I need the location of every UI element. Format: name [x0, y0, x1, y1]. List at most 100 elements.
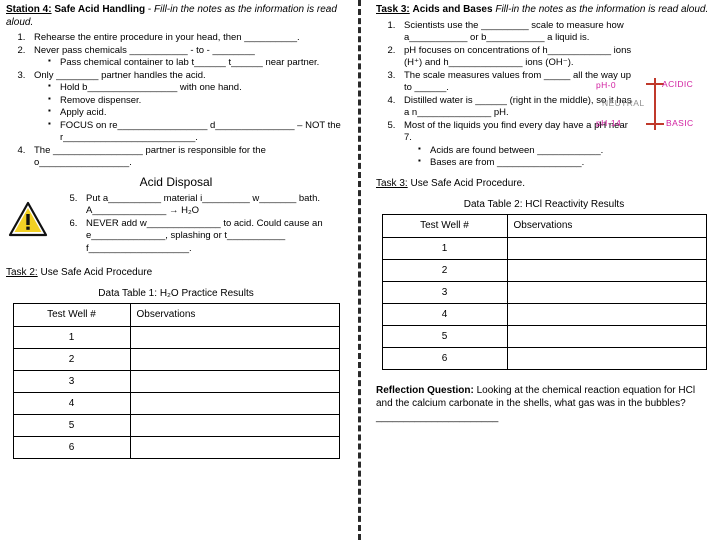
data-table-1: Test Well # Observations 1 2 3 4 5 6: [12, 302, 340, 459]
table-cell-well: 2: [12, 347, 131, 371]
table-cell-observation[interactable]: [506, 258, 707, 282]
table-row: 4: [381, 302, 707, 326]
left-procedure-list: Rehearse the entire procedure in your he…: [6, 32, 346, 170]
task3-heading-lower: Task 3: Use Safe Acid Procedure.: [376, 178, 712, 189]
task3-label-top: Task 3:: [376, 4, 410, 15]
right-column: Task 3: Acids and Bases Fill-in the note…: [368, 0, 720, 540]
acid-disposal-block: Put a__________ material i_________ w___…: [6, 191, 346, 256]
table-cell-well: 6: [12, 435, 131, 459]
table-cell-well: 3: [381, 280, 508, 304]
table-row: 3: [381, 280, 707, 304]
task3-text-lower: Use Safe Acid Procedure.: [410, 177, 525, 189]
list-item: Put a__________ material i_________ w___…: [80, 193, 346, 218]
table-row: 5: [381, 324, 707, 348]
task3-label-lower: Task 3:: [376, 177, 408, 189]
task3-title: Acids and Bases: [412, 4, 493, 15]
data-table-1-title-prefix: Data Table 1:: [98, 287, 158, 299]
left-item-1-text: Rehearse the entire procedure in your he…: [34, 32, 300, 43]
ph-scale-bottom-tick: [646, 122, 664, 125]
ph-scale-label-bottom-left: pH-14: [596, 117, 622, 128]
list-item: Only ________ partner handles the acid. …: [28, 70, 346, 145]
left-item-3-sub-2: Remove dispenser.: [60, 94, 142, 106]
left-item-2-sublist: Pass chemical container to lab t______ t…: [34, 56, 346, 70]
task2-heading: Task 2: Use Safe Acid Procedure: [6, 267, 346, 278]
station-title: Safe Acid Handling: [54, 4, 146, 15]
table-cell-well: 3: [12, 369, 131, 393]
data-table-2: Test Well # Observations 1 2 3 4 5 6: [381, 213, 707, 370]
disposal-item-6: NEVER add w______________ to acid. Could…: [86, 217, 323, 254]
right-item-5-sub-2: Bases are from ________________.: [430, 157, 585, 169]
list-item: The _________________ partner is respons…: [28, 145, 346, 170]
left-item-4-text: The _________________ partner is respons…: [34, 144, 266, 169]
table-cell-observation[interactable]: [129, 347, 340, 371]
left-item-3-sublist: Hold b_________________ with one hand. R…: [34, 81, 346, 145]
table-cell-observation[interactable]: [129, 413, 340, 437]
list-item: Never pass chemicals ___________ - to - …: [28, 45, 346, 70]
station-heading: Station 4: Safe Acid Handling - Fill-in …: [6, 4, 346, 29]
left-item-3-sub-3: Apply acid.: [60, 107, 107, 119]
list-item: FOCUS on re_________________ d__________…: [48, 119, 346, 145]
right-item-5-text: Most of the liquids you find every day h…: [404, 119, 628, 144]
table-cell-observation[interactable]: [506, 346, 707, 370]
table-cell-well: 1: [381, 236, 508, 260]
list-item: Acids are found between ____________.: [418, 144, 634, 158]
task3-heading-top: Task 3: Acids and Bases Fill-in the note…: [376, 4, 712, 17]
table-cell-observation[interactable]: [129, 369, 340, 393]
right-item-1-text: Scientists use the _________ scale to me…: [404, 19, 624, 44]
left-item-3-sub-4: FOCUS on re_________________ d__________…: [60, 119, 341, 144]
task2-text: Use Safe Acid Procedure: [40, 266, 153, 278]
data-table-2-title-prefix: Data Table 2:: [463, 198, 523, 210]
list-item: Apply acid.: [48, 106, 346, 120]
station-label: Station 4:: [6, 4, 52, 15]
table-cell-well: 6: [381, 346, 508, 370]
table-cell-well: 4: [12, 391, 131, 415]
disposal-list: Put a__________ material i_________ w___…: [50, 193, 346, 256]
ph-scale-label-top-left: pH-0: [596, 79, 617, 90]
left-item-2-sub-1: Pass chemical container to lab t______ t…: [60, 57, 320, 69]
list-item: Hold b_________________ with one hand.: [48, 81, 346, 95]
disposal-text-block: Put a__________ material i_________ w___…: [50, 191, 346, 256]
table-cell-observation[interactable]: [506, 302, 707, 326]
table-header-row: Test Well # Observations: [12, 302, 340, 327]
list-item: Pass chemical container to lab t______ t…: [48, 56, 346, 70]
table-cell-observation[interactable]: [506, 324, 707, 348]
task3-instruction: Fill-in the notes as the information is …: [495, 4, 709, 15]
right-item-5-sub-1: Acids are found between ____________.: [430, 144, 604, 156]
table-header-cell: Test Well #: [381, 213, 508, 238]
ph-scale-label-acidic: ACIDIC: [662, 78, 694, 89]
table-row: 6: [381, 346, 707, 370]
table-cell-observation[interactable]: [129, 391, 340, 415]
table-cell-observation[interactable]: [129, 325, 340, 349]
list-item: Scientists use the _________ scale to me…: [398, 20, 634, 45]
table-row: 5: [12, 413, 340, 437]
reflection-question: Reflection Question: Looking at the chem…: [376, 384, 712, 425]
table-row: 1: [12, 325, 340, 349]
worksheet-page: Station 4: Safe Acid Handling - Fill-in …: [0, 0, 720, 540]
left-item-3-text: Only ________ partner handles the acid.: [34, 69, 206, 81]
table-header-cell: Observations: [129, 302, 340, 327]
data-table-1-title: Data Table 1: H₂O Practice Results: [6, 288, 346, 299]
table-cell-well: 4: [381, 302, 508, 326]
left-item-2-text: Never pass chemicals ___________ - to - …: [34, 44, 255, 56]
data-table-1-title-main: H₂O Practice Results: [159, 287, 254, 299]
table-row: 4: [12, 391, 340, 415]
table-header-row: Test Well # Observations: [381, 213, 707, 238]
acid-disposal-heading: Acid Disposal: [139, 174, 213, 189]
right-item-5-sublist: Acids are found between ____________. Ba…: [404, 144, 634, 170]
table-header-cell: Test Well #: [12, 302, 131, 327]
disposal-item-5: Put a__________ material i_________ w___…: [86, 192, 320, 217]
left-item-3-sub-1: Hold b_________________ with one hand.: [60, 82, 242, 94]
data-table-2-title: Data Table 2: HCl Reactivity Results: [376, 199, 712, 210]
task2-label: Task 2:: [6, 266, 38, 278]
table-cell-well: 1: [12, 325, 131, 349]
table-header-cell: Observations: [506, 213, 707, 238]
table-cell-observation[interactable]: [506, 236, 707, 260]
table-cell-well: 5: [381, 324, 508, 348]
list-item: Remove dispenser.: [48, 94, 346, 108]
table-row: 1: [381, 236, 707, 260]
ph-scale-diagram: pH-0 pH-14 ACIDIC BASIC NEUTRAL: [596, 77, 708, 134]
table-cell-observation[interactable]: [506, 280, 707, 304]
table-cell-observation[interactable]: [129, 435, 340, 459]
list-item: NEVER add w______________ to acid. Could…: [80, 218, 346, 256]
right-item-2-text: pH focuses on concentrations of h_______…: [404, 44, 632, 69]
